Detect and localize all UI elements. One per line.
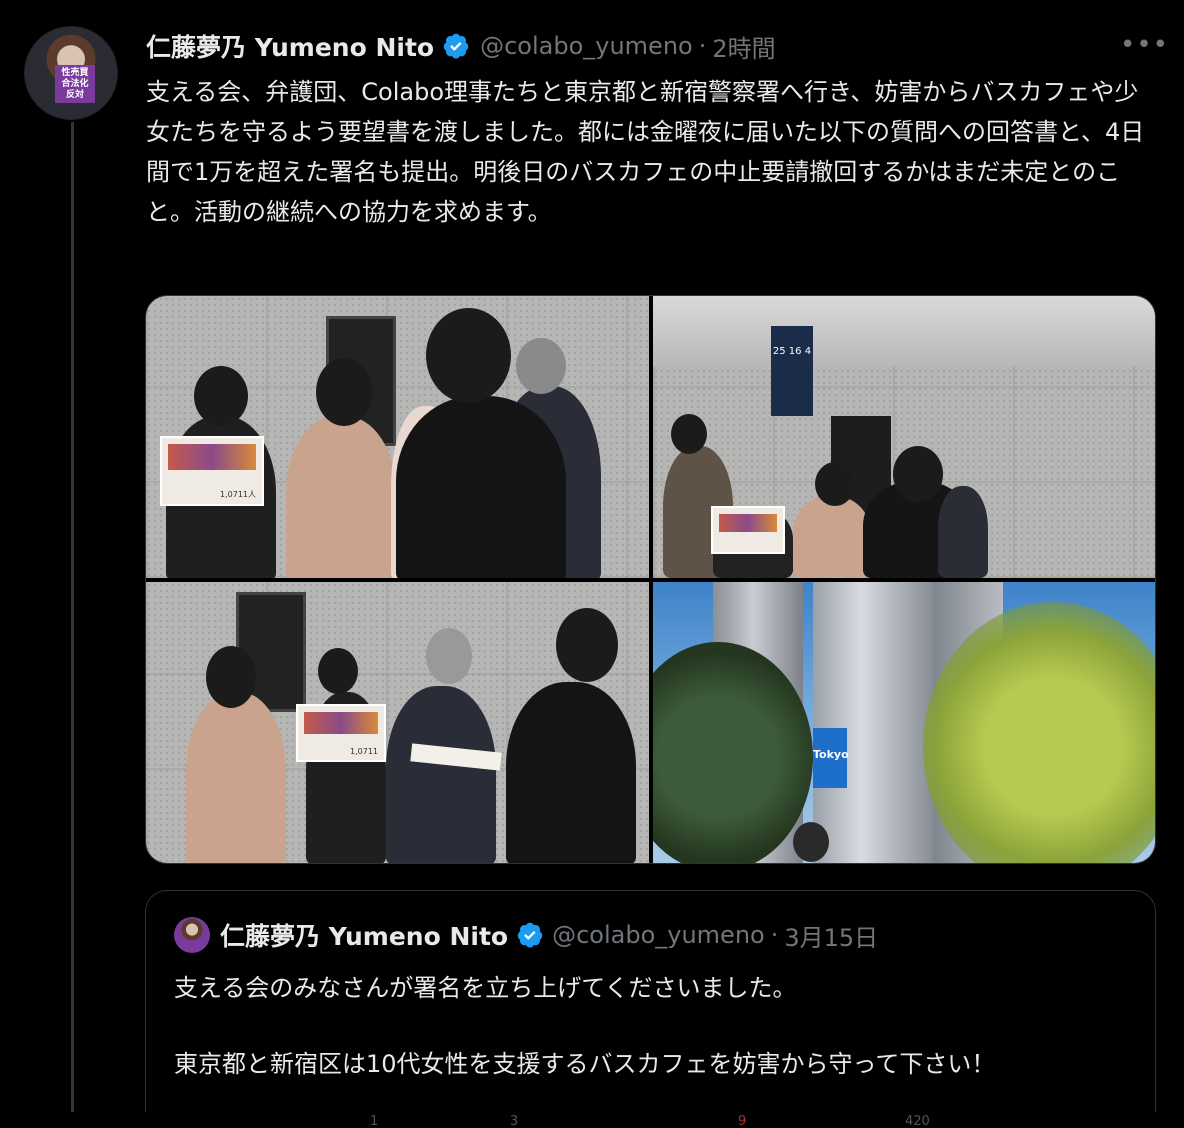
separator-dot: · <box>698 32 707 60</box>
person <box>793 496 871 578</box>
photo-2[interactable]: 25 16 4 <box>653 296 1155 578</box>
floor-sign-text: 25 16 4 <box>772 346 812 357</box>
person-head <box>194 366 248 426</box>
quoted-tweet-timestamp[interactable]: 3月15日 <box>784 918 878 953</box>
person-head <box>671 414 707 454</box>
separator-dot: · <box>770 921 779 949</box>
placard-count: 1,0711人 <box>220 490 256 499</box>
avatar-sign: 性売買 合法化 反対 <box>55 65 95 103</box>
person-head <box>516 338 566 394</box>
photo-4[interactable]: Tokyo <box>653 582 1155 863</box>
quoted-author-name[interactable]: 仁藤夢乃 Yumeno Nito <box>220 917 508 953</box>
author-avatar[interactable]: 性売買 合法化 反対 <box>24 26 118 120</box>
person <box>286 416 396 578</box>
person <box>396 396 566 578</box>
thread-connector-line <box>71 122 74 1128</box>
quoted-tweet-text: 支える会のみなさんが署名を立ち上げてくださいました。 東京都と新宿区は10代女性… <box>174 974 996 1078</box>
placard-count: 1,0711 <box>350 747 378 756</box>
person-head <box>556 608 618 682</box>
more-options-icon[interactable]: ••• <box>1120 30 1169 60</box>
quoted-tweet-header: 仁藤夢乃 Yumeno Nito @colabo_yumeno · 3月15日 <box>174 917 878 953</box>
placard: 1,0711 <box>296 704 386 762</box>
banner-text: Tokyo <box>813 748 849 761</box>
person <box>506 682 636 863</box>
person-head <box>316 358 372 426</box>
ceiling <box>653 296 1155 366</box>
person-head <box>426 628 472 684</box>
photo-grid: 1,0711人 25 16 4 1,0711 Tokyo <box>145 295 1156 864</box>
verified-badge-icon <box>517 922 543 948</box>
person <box>186 692 286 863</box>
tweet-timestamp[interactable]: 2時間 <box>712 29 775 64</box>
author-handle[interactable]: @colabo_yumeno <box>480 32 693 60</box>
reply-count[interactable]: 1 <box>370 1114 378 1128</box>
author-name[interactable]: 仁藤夢乃 Yumeno Nito <box>146 28 434 64</box>
quoted-tweet[interactable]: 仁藤夢乃 Yumeno Nito @colabo_yumeno · 3月15日 … <box>145 890 1156 1128</box>
person-head <box>893 446 943 502</box>
tokyo-banner: Tokyo <box>813 728 849 788</box>
action-bar-partial: 1 3 9 420 <box>0 1112 1184 1128</box>
tweet-header: 仁藤夢乃 Yumeno Nito @colabo_yumeno · 2時間 <box>146 28 776 64</box>
floor-sign: 25 16 4 <box>771 326 813 416</box>
view-count[interactable]: 420 <box>905 1114 930 1128</box>
verified-badge-icon <box>443 33 469 59</box>
person-head <box>318 648 358 694</box>
person <box>386 686 496 863</box>
person <box>938 486 988 578</box>
person-head <box>793 822 829 862</box>
tweet-text: 支える会、弁護団、Colabo理事たちと東京都と新宿警察署へ行き、妨害からバスカ… <box>146 78 1145 226</box>
photo-1[interactable]: 1,0711人 <box>146 296 649 578</box>
quoted-author-handle[interactable]: @colabo_yumeno <box>552 921 765 949</box>
person-head <box>206 646 256 708</box>
photo-3[interactable]: 1,0711 <box>146 582 649 863</box>
person-head <box>815 462 855 506</box>
person-head <box>426 308 511 403</box>
quoted-author-avatar[interactable] <box>174 917 210 953</box>
like-count[interactable]: 9 <box>738 1114 746 1128</box>
placard <box>711 506 785 554</box>
retweet-count[interactable]: 3 <box>510 1114 518 1128</box>
building <box>813 582 933 863</box>
placard: 1,0711人 <box>160 436 264 506</box>
